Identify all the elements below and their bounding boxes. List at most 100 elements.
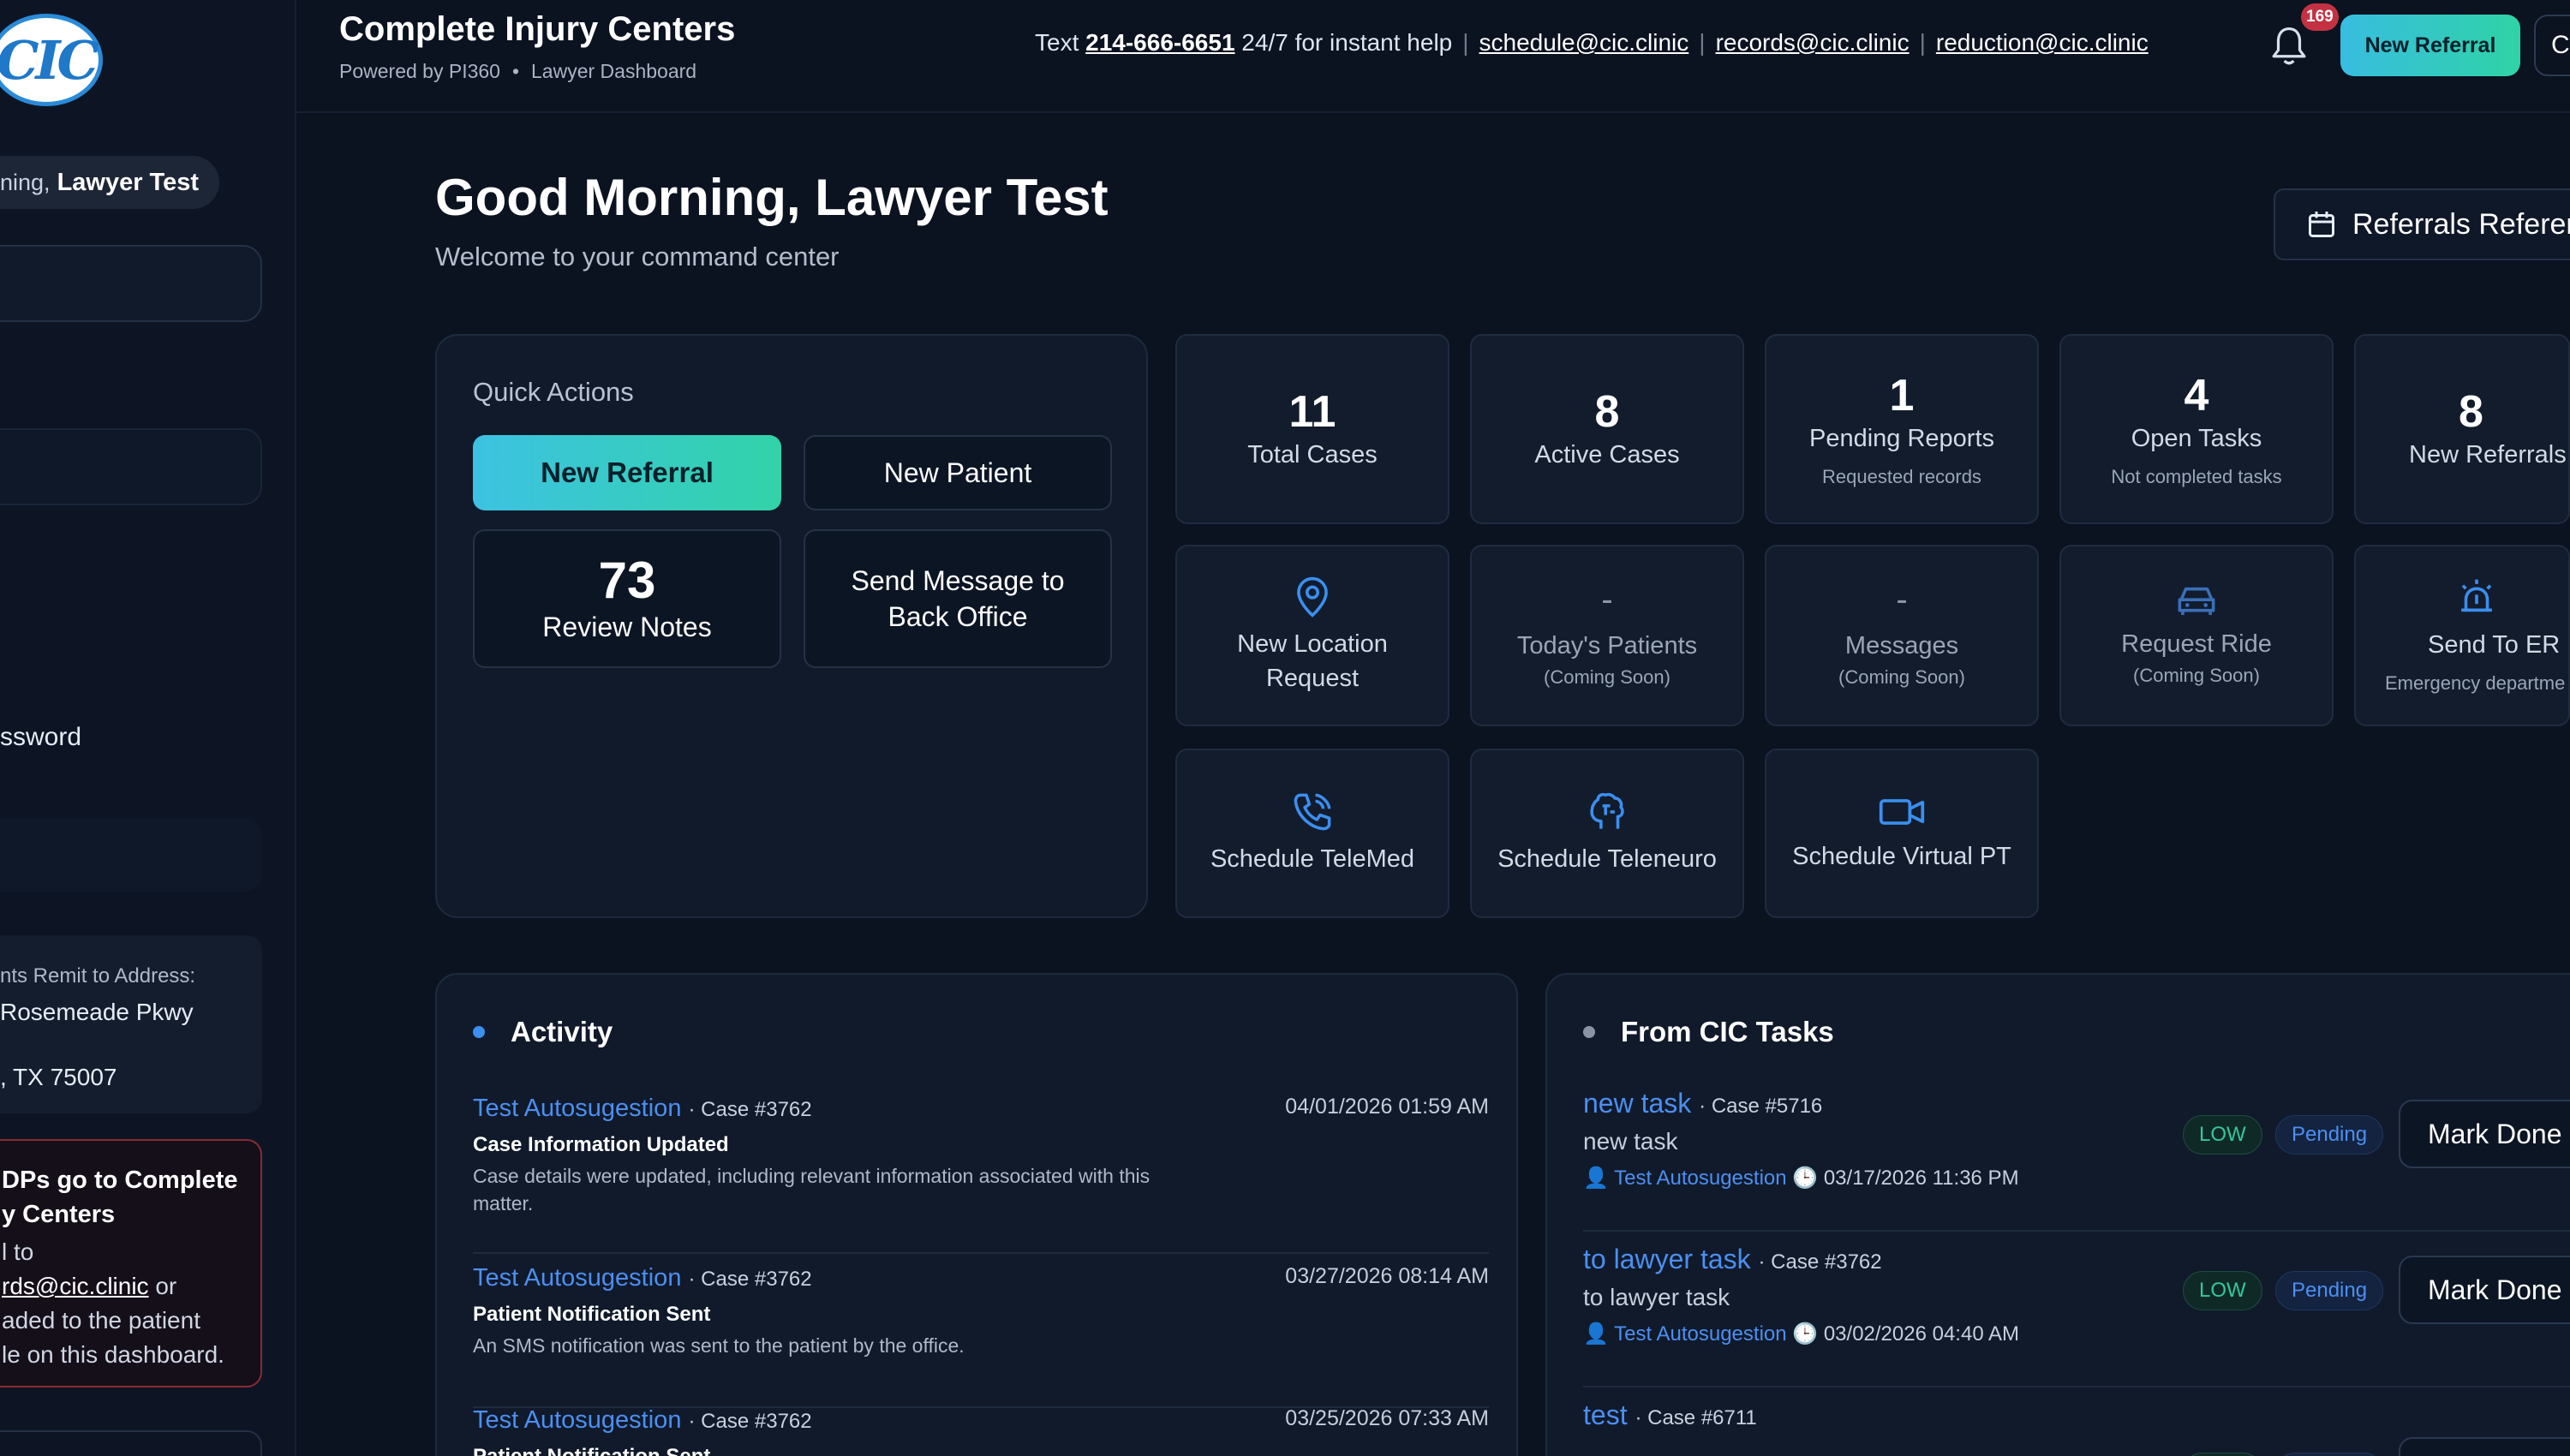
clock-icon: 🕒 <box>1792 1167 1819 1190</box>
send-message-button[interactable]: Send Message to Back Office <box>804 529 1112 668</box>
activity-item[interactable]: Test Autosugestion · Case #3762 04/01/20… <box>473 1095 1489 1254</box>
reduction-email-link[interactable]: reduction@cic.clinic <box>1936 29 2149 56</box>
schedule-telemed-card[interactable]: Schedule TeleMed <box>1175 749 1449 918</box>
sidebar-nav-item[interactable] <box>0 428 262 505</box>
referrals-date-button[interactable]: Referrals Referen <box>2274 188 2570 260</box>
activity-case: · Case #3762 <box>688 1268 812 1291</box>
activity-event: Case Information Updated <box>473 1133 729 1156</box>
active-cases-count: 8 <box>1594 387 1620 437</box>
phone-link[interactable]: 214-666-6651 <box>1085 29 1234 56</box>
schedule-virtual-pt-card[interactable]: Schedule Virtual PT <box>1765 749 2039 918</box>
tasks-dot-icon <box>1583 1026 1595 1038</box>
greeting-name: Lawyer Test <box>57 168 200 196</box>
alert-line3: l to <box>2 1238 34 1265</box>
task-item: to lawyer task · Case #3762 to lawyer ta… <box>1583 1244 2570 1387</box>
activity-patient-link[interactable]: Test Autosugestion <box>473 1095 681 1122</box>
schedule-teleneuro-label: Schedule Teleneuro <box>1497 845 1717 873</box>
messages-card: - Messages (Coming Soon) <box>1765 545 2039 726</box>
mark-done-button[interactable]: Mark Done <box>2399 1256 2570 1324</box>
page-subtitle: Welcome to your command center <box>435 242 840 272</box>
activity-event: Patient Notification Sent <box>473 1303 711 1326</box>
review-notes-label: Review Notes <box>542 612 712 642</box>
activity-patient-link[interactable]: Test Autosugestion <box>473 1406 681 1434</box>
map-pin-icon <box>1297 576 1328 618</box>
review-notes-button[interactable]: 73 Review Notes <box>473 529 781 668</box>
task-date: 03/02/2026 04:40 AM <box>1823 1322 2020 1346</box>
activity-desc-cont: matter. <box>473 1192 534 1214</box>
remit-address-box: nts Remit to Address: Rosemeade Pkwy , T… <box>0 935 262 1113</box>
new-referrals-count: 8 <box>2459 387 2483 437</box>
schedule-email-link[interactable]: schedule@cic.clinic <box>1479 29 1689 56</box>
top-header: Complete Injury Centers Powered by PI360… <box>296 0 2570 113</box>
user-icon: 👤 <box>1583 1167 1609 1190</box>
sidebar: CIC ning, Lawyer Test ssword nts Remit t… <box>0 0 296 1456</box>
new-location-card[interactable]: New Location Request <box>1175 545 1449 726</box>
activity-case: · Case #3762 <box>688 1098 812 1121</box>
remit-line2: , TX 75007 <box>0 1064 117 1090</box>
activity-desc: Case details were updated, including rel… <box>473 1165 1151 1187</box>
greeting-pill: ning, Lawyer Test <box>0 156 220 209</box>
brain-icon <box>1590 792 1624 829</box>
messages-coming-soon: (Coming Soon) <box>1838 666 1965 688</box>
todays-patients-dash: - <box>1601 581 1613 618</box>
activity-date: 03/25/2026 07:33 AM <box>1285 1406 1489 1430</box>
priority-badge: LOW <box>2183 1271 2262 1310</box>
task-date: 03/17/2026 11:36 PM <box>1823 1167 2019 1190</box>
sidebar-search-box[interactable] <box>0 245 262 322</box>
cic-logo[interactable]: CIC <box>0 14 103 106</box>
task-patient-link[interactable]: Test Autosugestion <box>1614 1322 1786 1346</box>
sidebar-field[interactable] <box>0 819 262 892</box>
activity-item[interactable]: Test Autosugestion · Case #3762 03/27/20… <box>473 1264 1489 1408</box>
referrals-button-label: Referrals Referen <box>2352 207 2570 241</box>
todays-patients-label: Today's Patients <box>1516 632 1698 659</box>
task-name-link[interactable]: new task <box>1583 1088 1691 1119</box>
sidebar-alert: DPs go to Complete y Centers l to rds@ci… <box>0 1139 262 1387</box>
status-badge: Pending <box>2275 1453 2384 1456</box>
activity-patient-link[interactable]: Test Autosugestion <box>473 1264 681 1292</box>
records-email-link[interactable]: records@cic.clinic <box>1716 29 1910 56</box>
mark-done-button[interactable]: Mark Done <box>2399 1437 2570 1456</box>
mark-done-button[interactable]: Mark Done <box>2399 1100 2570 1168</box>
new-referrals-card[interactable]: 8 New Referrals <box>2354 334 2570 524</box>
task-case: · Case #5716 <box>1699 1095 1823 1118</box>
remit-line1: Rosemeade Pkwy <box>0 999 194 1025</box>
task-patient-link[interactable]: Test Autosugestion <box>1614 1167 1786 1190</box>
new-location-label: New Location Request <box>1237 630 1388 692</box>
task-name-link[interactable]: to lawyer task <box>1583 1244 1751 1274</box>
total-cases-card[interactable]: 11 Total Cases <box>1175 334 1449 524</box>
car-icon <box>2178 587 2215 616</box>
alert-line5: aded to the patient <box>2 1307 200 1334</box>
task-case: · Case #6711 <box>1635 1406 1757 1429</box>
text-label: Text <box>1035 29 1079 56</box>
send-to-er-label: Send To ER <box>2428 631 2561 659</box>
change-password-label[interactable]: ssword <box>0 723 81 752</box>
tasks-header: From CIC Tasks <box>1583 1016 1834 1048</box>
header-cut-button[interactable]: C <box>2534 15 2570 76</box>
activity-item[interactable]: Test Autosugestion · Case #3762 03/25/20… <box>473 1406 1489 1456</box>
task-name-link[interactable]: test <box>1583 1399 1628 1430</box>
quick-new-referral-button[interactable]: New Referral <box>473 435 781 510</box>
remit-label: nts Remit to Address: <box>0 964 196 988</box>
send-to-er-card[interactable]: Send To ER Emergency departme <box>2354 545 2570 726</box>
status-badge: Pending <box>2275 1271 2384 1310</box>
pending-reports-card[interactable]: 1 Pending Reports Requested records <box>1765 334 2039 524</box>
new-patient-button[interactable]: New Patient <box>804 435 1112 510</box>
sidebar-bottom-box[interactable] <box>0 1430 262 1456</box>
messages-label: Messages <box>1844 632 1959 659</box>
activity-date: 03/27/2026 08:14 AM <box>1285 1264 1489 1288</box>
active-cases-card[interactable]: 8 Active Cases <box>1470 334 1744 524</box>
alert-email-link[interactable]: rds@cic.clinic <box>2 1273 149 1299</box>
request-ride-coming-soon: (Coming Soon) <box>2133 665 2260 686</box>
schedule-teleneuro-card[interactable]: Schedule Teleneuro <box>1470 749 1744 918</box>
bell-icon[interactable] <box>2270 26 2308 69</box>
powered-by: Powered by PI360 <box>339 60 500 82</box>
alert-line1: DPs go to Complete <box>2 1167 238 1194</box>
activity-case: · Case #3762 <box>688 1410 812 1433</box>
open-tasks-sub: Not completed tasks <box>2111 466 2282 487</box>
open-tasks-card[interactable]: 4 Open Tasks Not completed tasks <box>2059 334 2334 524</box>
tasks-title: From CIC Tasks <box>1621 1016 1834 1047</box>
active-cases-label: Active Cases <box>1534 441 1680 468</box>
brand-subtitle: Powered by PI360 • Lawyer Dashboard <box>339 60 697 82</box>
header-new-referral-button[interactable]: New Referral <box>2340 15 2520 76</box>
activity-dot-icon <box>473 1026 485 1038</box>
